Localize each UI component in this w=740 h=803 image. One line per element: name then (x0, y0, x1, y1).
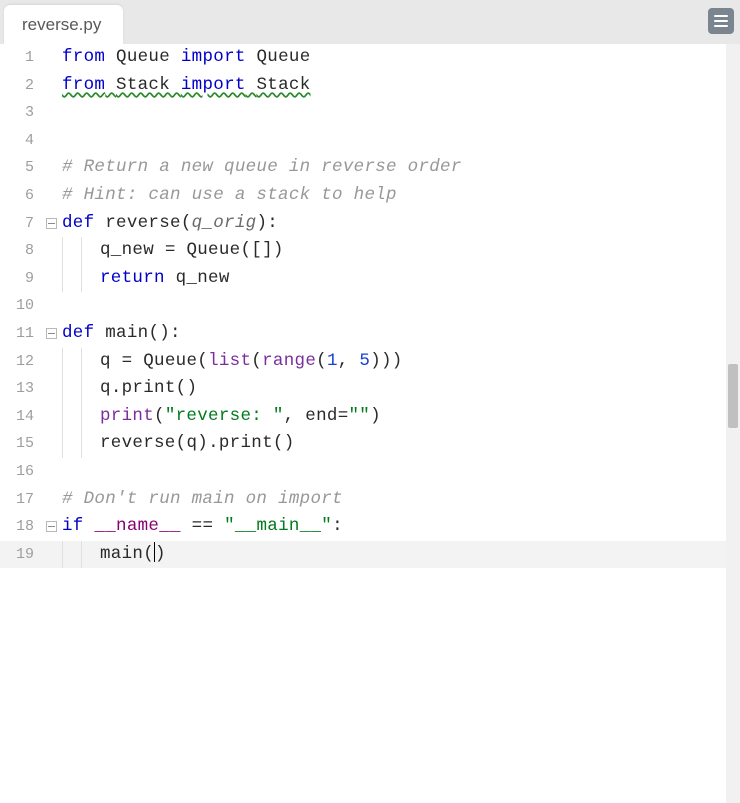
code-line-4[interactable]: 4 (0, 127, 726, 155)
line-number: 14 (0, 403, 46, 431)
line-number: 16 (0, 458, 46, 486)
code-line-11[interactable]: 11 def main(): (0, 320, 726, 348)
code-line-14[interactable]: 14 print("reverse: ", end="") (0, 403, 726, 431)
code-text[interactable]: def reverse(q_orig): (62, 210, 278, 238)
code-text[interactable]: q.print() (100, 375, 197, 403)
line-number: 12 (0, 348, 46, 376)
code-text[interactable]: main() (100, 541, 166, 569)
code-text[interactable]: reverse(q).print() (100, 430, 295, 458)
line-number: 13 (0, 375, 46, 403)
code-text[interactable]: q = Queue(list(range(1, 5))) (100, 348, 403, 376)
code-editor[interactable]: 1 from Queue import Queue 2 from Stack impo… (0, 44, 726, 803)
line-number: 9 (0, 265, 46, 293)
line-number: 19 (0, 541, 46, 569)
code-line-13[interactable]: 13 q.print() (0, 375, 726, 403)
scrollbar-thumb[interactable] (728, 364, 738, 428)
tabbar-actions (708, 8, 734, 34)
line-number: 8 (0, 237, 46, 265)
indent-guides (62, 403, 100, 431)
indent-guides (62, 237, 100, 265)
code-line-15[interactable]: 15 reverse(q).print() (0, 430, 726, 458)
code-line-9[interactable]: 9 return q_new (0, 265, 726, 293)
code-text[interactable]: # Don't run main on import (62, 486, 343, 514)
file-tab[interactable]: reverse.py (4, 5, 123, 44)
line-number: 6 (0, 182, 46, 210)
indent-guides (62, 375, 100, 403)
line-number: 18 (0, 513, 46, 541)
code-text[interactable]: from Queue import Queue (62, 44, 311, 72)
line-number: 1 (0, 44, 46, 72)
tab-bar: reverse.py (0, 0, 740, 44)
fold-toggle-icon[interactable] (46, 328, 57, 339)
code-line-18[interactable]: 18 if __name__ == "__main__": (0, 513, 726, 541)
code-text[interactable]: def main(): (62, 320, 181, 348)
code-text[interactable]: from Stack import Stack (62, 72, 311, 100)
text-caret (154, 542, 155, 562)
vertical-scrollbar[interactable] (726, 44, 740, 803)
code-line-17[interactable]: 17 # Don't run main on import (0, 486, 726, 514)
line-number: 10 (0, 292, 46, 320)
code-text[interactable]: q_new = Queue([]) (100, 237, 284, 265)
indent-guides (62, 348, 100, 376)
menu-icon[interactable] (708, 8, 734, 34)
indent-guides (62, 430, 100, 458)
line-number: 17 (0, 486, 46, 514)
code-line-19[interactable]: 19 main() (0, 541, 726, 569)
indent-guides (62, 265, 100, 293)
code-line-16[interactable]: 16 (0, 458, 726, 486)
code-text[interactable]: if __name__ == "__main__": (62, 513, 343, 541)
code-line-7[interactable]: 7 def reverse(q_orig): (0, 210, 726, 238)
code-line-8[interactable]: 8 q_new = Queue([]) (0, 237, 726, 265)
code-text[interactable]: # Return a new queue in reverse order (62, 154, 462, 182)
line-number: 15 (0, 430, 46, 458)
code-line-6[interactable]: 6 # Hint: can use a stack to help (0, 182, 726, 210)
fold-toggle-icon[interactable] (46, 521, 57, 532)
line-number: 2 (0, 72, 46, 100)
code-text[interactable]: # Hint: can use a stack to help (62, 182, 397, 210)
code-line-2[interactable]: 2 from Stack import Stack (0, 72, 726, 100)
code-line-3[interactable]: 3 (0, 99, 726, 127)
fold-toggle-icon[interactable] (46, 218, 57, 229)
line-number: 5 (0, 154, 46, 182)
line-number: 3 (0, 99, 46, 127)
code-line-1[interactable]: 1 from Queue import Queue (0, 44, 726, 72)
code-text[interactable]: return q_new (100, 265, 230, 293)
line-number: 4 (0, 127, 46, 155)
line-number: 7 (0, 210, 46, 238)
editor-area: 1 from Queue import Queue 2 from Stack impo… (0, 44, 740, 803)
indent-guides (62, 541, 100, 569)
code-text[interactable]: print("reverse: ", end="") (100, 403, 381, 431)
code-line-12[interactable]: 12 q = Queue(list(range(1, 5))) (0, 348, 726, 376)
code-line-10[interactable]: 10 (0, 292, 726, 320)
code-line-5[interactable]: 5 # Return a new queue in reverse order (0, 154, 726, 182)
editor-app: reverse.py 1 from Queue import Queue 2 from… (0, 0, 740, 803)
line-number: 11 (0, 320, 46, 348)
